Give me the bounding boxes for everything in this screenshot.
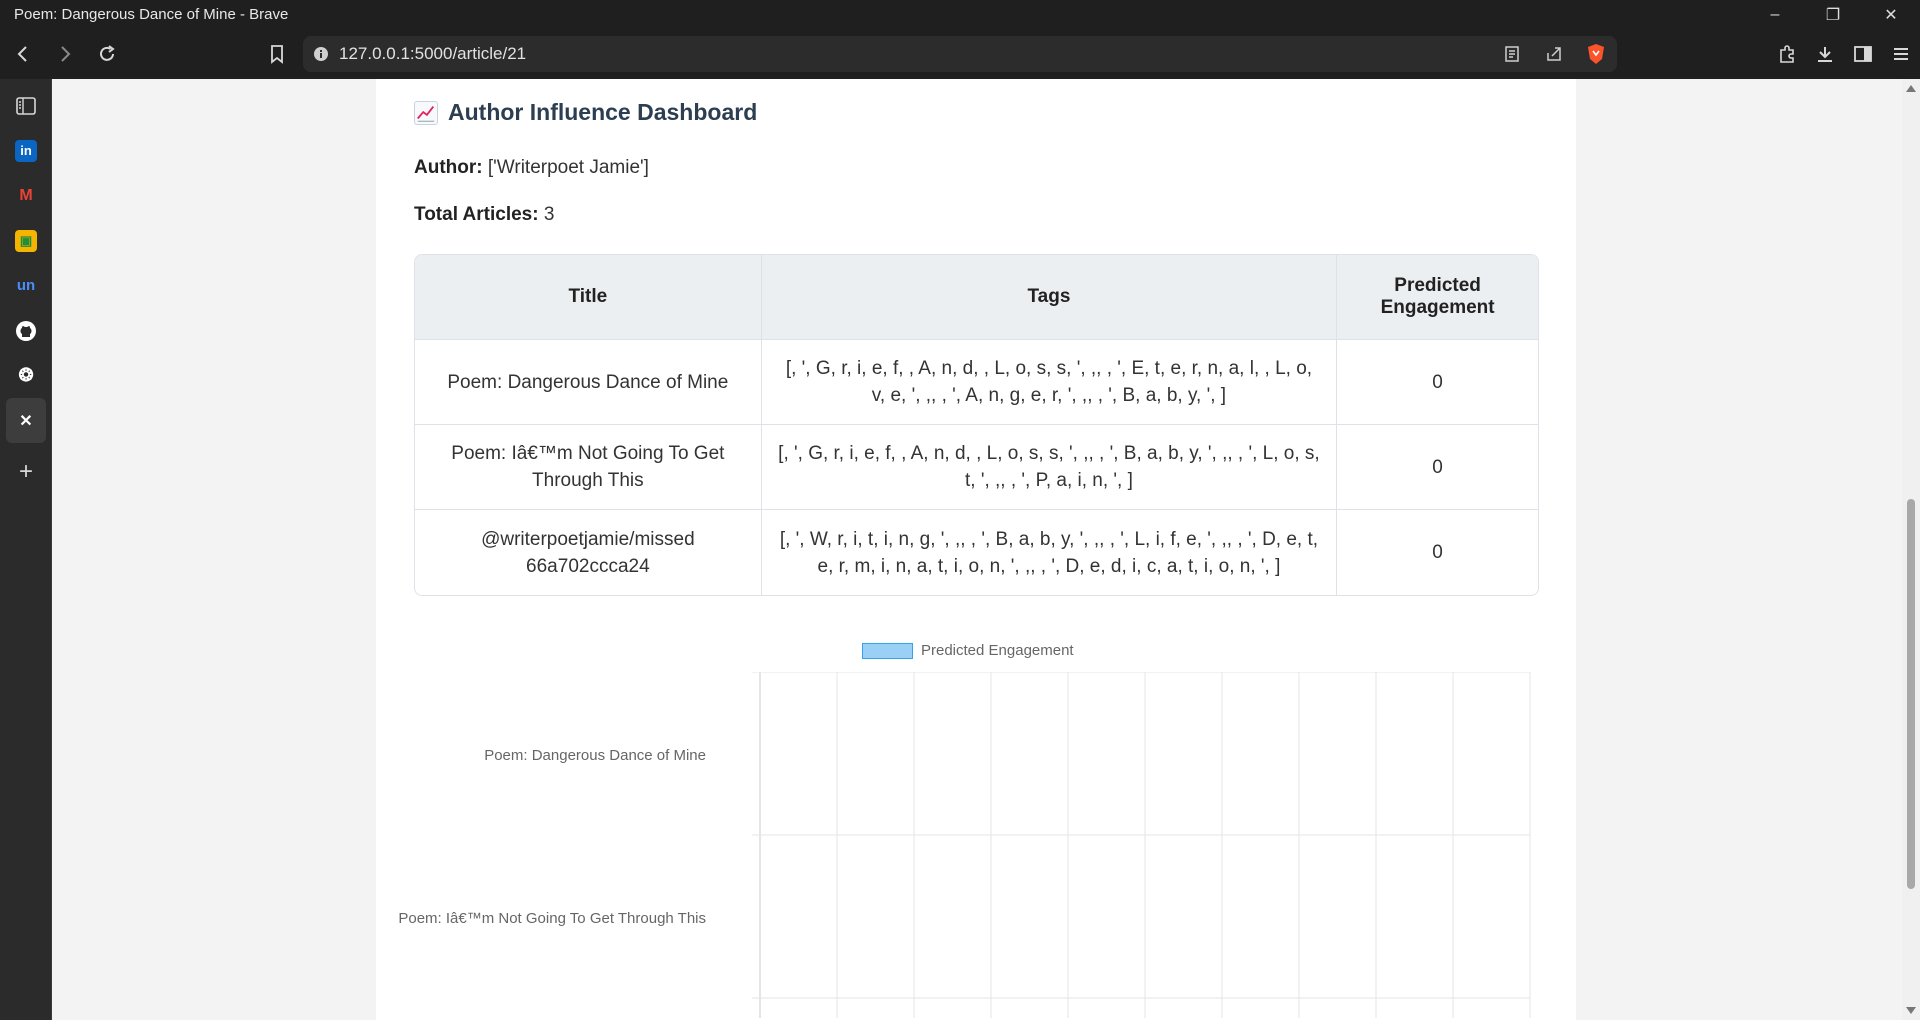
page-scrollbar[interactable] bbox=[1902, 79, 1920, 1020]
address-bar[interactable]: 127.0.0.1:5000/article/21 bbox=[303, 36, 1617, 72]
y-tick-label: Poem: Dangerous Dance of Mine bbox=[484, 747, 706, 764]
column-header-title: Title bbox=[415, 255, 762, 340]
close-window-button[interactable]: ✕ bbox=[1862, 0, 1920, 29]
unstop-icon: un bbox=[16, 277, 36, 294]
dashboard-heading: Author Influence Dashboard bbox=[414, 99, 757, 126]
chart-increasing-icon bbox=[414, 100, 438, 125]
sidebar-item-reading-list[interactable] bbox=[0, 83, 52, 128]
scroll-up-arrow-icon[interactable] bbox=[1906, 85, 1916, 92]
share-icon[interactable] bbox=[1533, 45, 1575, 63]
table-row: Poem: Iâ€™m Not Going To Get Through Thi… bbox=[415, 425, 1538, 510]
browser-sidebar: in M ▣ un ❂ ✕ + bbox=[0, 79, 52, 1020]
url-text[interactable]: 127.0.0.1:5000/article/21 bbox=[339, 44, 1491, 64]
contacts-icon: ▣ bbox=[15, 229, 37, 252]
brave-shields-icon[interactable] bbox=[1575, 43, 1617, 65]
linkedin-icon: in bbox=[15, 139, 37, 162]
plus-icon: + bbox=[18, 457, 33, 485]
menu-icon[interactable] bbox=[1882, 35, 1920, 73]
bookmark-icon bbox=[271, 45, 283, 64]
reload-icon bbox=[100, 45, 115, 61]
back-button[interactable] bbox=[4, 35, 42, 73]
reload-button[interactable] bbox=[88, 35, 126, 73]
engagement-chart bbox=[752, 672, 1531, 1018]
sidebar-toggle-icon[interactable] bbox=[1844, 35, 1882, 73]
window-titlebar: Poem: Dangerous Dance of Mine - Brave – … bbox=[0, 0, 1920, 29]
page-title: Author Influence Dashboard bbox=[448, 99, 758, 125]
legend-label: Predicted Engagement bbox=[921, 642, 1074, 659]
total-articles-value: 3 bbox=[543, 204, 555, 225]
cell-title: Poem: Iâ€™m Not Going To Get Through Thi… bbox=[415, 425, 762, 510]
total-articles-label: Total Articles: bbox=[414, 204, 539, 225]
cell-tags: [, ', G, r, i, e, f, , A, n, d, , L, o, … bbox=[761, 425, 1338, 510]
legend-swatch bbox=[862, 642, 913, 659]
scroll-down-arrow-icon[interactable] bbox=[1906, 1007, 1916, 1014]
cell-engagement: 0 bbox=[1432, 542, 1443, 563]
chart-legend[interactable]: Predicted Engagement bbox=[862, 642, 1074, 659]
sidebar-item-contacts[interactable]: ▣ bbox=[0, 218, 52, 263]
column-header-engagement: Predicted Engagement bbox=[1337, 255, 1538, 340]
table-row: @writerpoetjamie/missed 66a702ccca24 [, … bbox=[415, 510, 1538, 595]
bookmark-button[interactable] bbox=[258, 35, 296, 73]
cell-title: Poem: Dangerous Dance of Mine bbox=[415, 340, 762, 425]
chart-y-labels: Poem: Dangerous Dance of Mine Poem: Iâ€™… bbox=[376, 672, 716, 1020]
cell-engagement: 0 bbox=[1337, 425, 1538, 510]
x-icon: ✕ bbox=[19, 412, 33, 430]
dashboard-card: Author Influence Dashboard Author: ['Wri… bbox=[376, 79, 1576, 1020]
total-articles-line: Total Articles: 3 bbox=[414, 204, 554, 226]
forward-arrow-icon bbox=[61, 46, 71, 62]
table-header-row: Title Tags Predicted Engagement bbox=[415, 255, 1538, 340]
cell-engagement: 0 bbox=[1337, 340, 1538, 425]
restore-button[interactable]: ❐ bbox=[1804, 0, 1862, 29]
back-arrow-icon bbox=[17, 46, 27, 62]
reader-mode-icon[interactable] bbox=[1491, 45, 1533, 63]
author-label: Author: bbox=[414, 157, 483, 178]
github-icon bbox=[16, 320, 36, 341]
site-info-icon[interactable] bbox=[303, 46, 339, 62]
reading-list-icon bbox=[16, 96, 36, 115]
y-tick-label: Poem: Iâ€™m Not Going To Get Through Thi… bbox=[398, 910, 706, 927]
downloads-icon[interactable] bbox=[1806, 35, 1844, 73]
gmail-icon: M bbox=[19, 186, 33, 204]
sidebar-item-gmail[interactable]: M bbox=[0, 173, 52, 218]
sidebar-item-chatgpt[interactable]: ❂ bbox=[0, 353, 52, 398]
sidebar-add-button[interactable]: + bbox=[0, 449, 52, 494]
extensions-icon[interactable] bbox=[1768, 35, 1806, 73]
cell-title: @writerpoetjamie/missed 66a702ccca24 bbox=[415, 510, 762, 595]
browser-toolbar: 127.0.0.1:5000/article/21 bbox=[0, 29, 1920, 79]
sidebar-item-unstop[interactable]: un bbox=[0, 263, 52, 308]
page-viewport: Author Influence Dashboard Author: ['Wri… bbox=[52, 79, 1902, 1020]
forward-button[interactable] bbox=[46, 35, 84, 73]
cell-tags: [, ', G, r, i, e, f, , A, n, d, , L, o, … bbox=[761, 340, 1338, 425]
author-value: ['Writerpoet Jamie'] bbox=[487, 157, 649, 178]
minimize-button[interactable]: – bbox=[1746, 0, 1804, 29]
sidebar-item-linkedin[interactable]: in bbox=[0, 128, 52, 173]
sidebar-item-x[interactable]: ✕ bbox=[6, 398, 46, 443]
sidebar-item-github[interactable] bbox=[0, 308, 52, 353]
articles-table: Title Tags Predicted Engagement Poem: Da… bbox=[414, 254, 1539, 596]
window-title: Poem: Dangerous Dance of Mine - Brave bbox=[14, 6, 289, 23]
author-line: Author: ['Writerpoet Jamie'] bbox=[414, 157, 649, 179]
cell-tags: [, ', W, r, i, t, i, n, g, ', ,, , ', B,… bbox=[762, 510, 1338, 595]
chatgpt-icon: ❂ bbox=[18, 365, 34, 385]
table-row: Poem: Dangerous Dance of Mine [, ', G, r… bbox=[415, 340, 1538, 425]
scrollbar-thumb[interactable] bbox=[1907, 499, 1915, 889]
column-header-tags: Tags bbox=[761, 255, 1338, 340]
